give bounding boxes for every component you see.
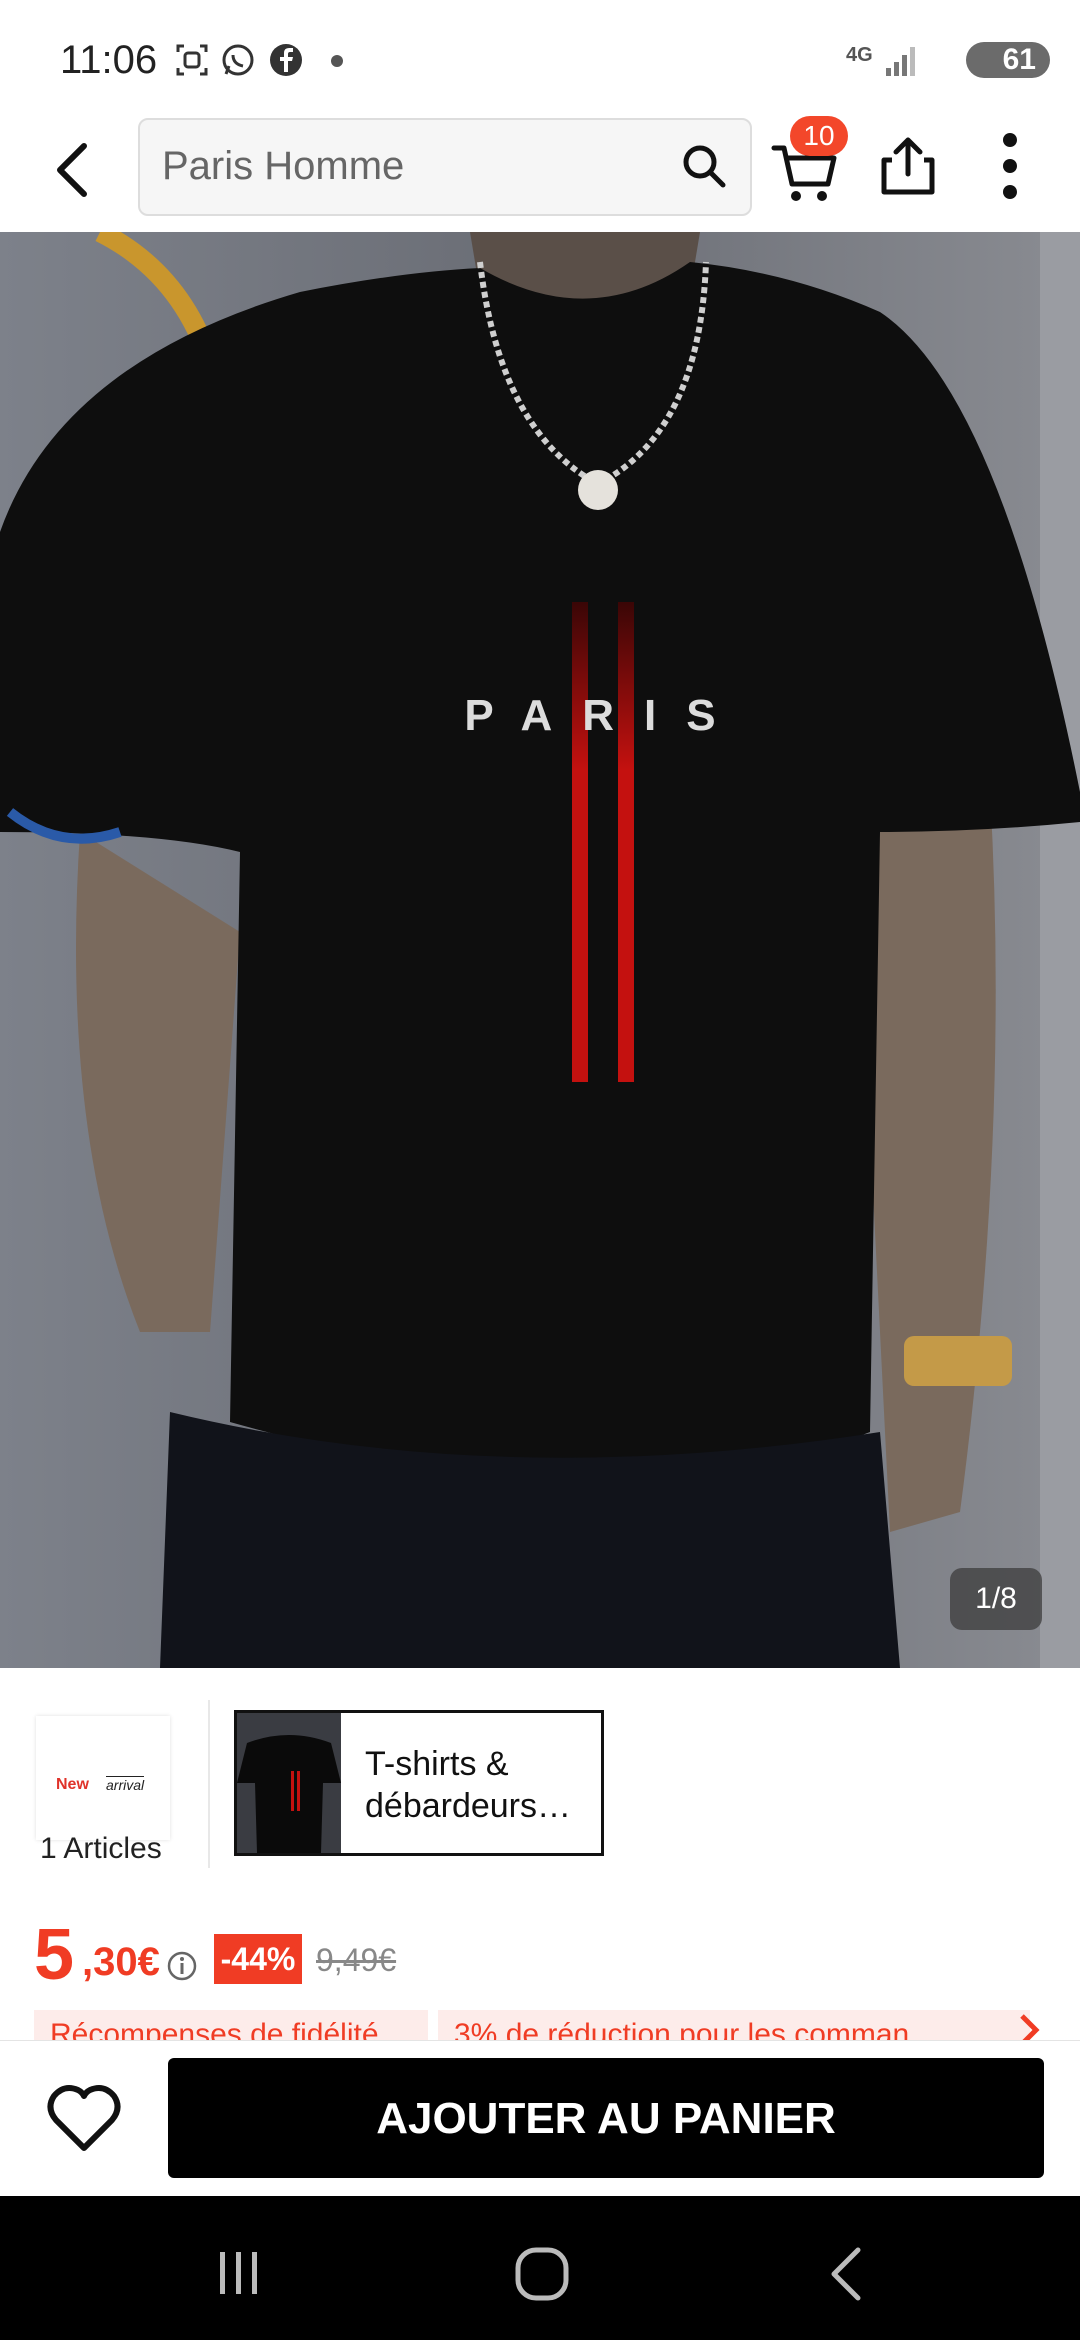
promo-loyalty[interactable]: Récompenses de fidélité bbox=[34, 2010, 428, 2040]
search-icon[interactable] bbox=[680, 142, 728, 190]
category-thumbnail-image bbox=[237, 1713, 341, 1853]
search-bar[interactable]: Paris Homme bbox=[138, 118, 752, 216]
status-bar: 11:06 4G 61 bbox=[0, 0, 1080, 120]
strip-divider bbox=[208, 1700, 210, 1868]
category-thumbnail bbox=[237, 1713, 341, 1853]
category-label: T-shirts & débardeurs… bbox=[365, 1745, 572, 1825]
original-price: 9,49€ bbox=[316, 1942, 397, 1978]
back-arrow-icon[interactable] bbox=[48, 140, 100, 200]
add-to-cart-button[interactable]: AJOUTER AU PANIER bbox=[168, 2058, 1044, 2178]
nav-back-icon[interactable] bbox=[826, 2246, 866, 2302]
share-icon[interactable] bbox=[878, 134, 938, 198]
search-input[interactable]: Paris Homme bbox=[162, 144, 404, 189]
promo-discount[interactable]: 3% de réduction pour les comman... bbox=[438, 2010, 1030, 2040]
shirt-print-text: PARIS bbox=[464, 691, 745, 740]
price-decimal: ,30€ bbox=[82, 1940, 160, 1984]
store-logo-arrival: arrival bbox=[106, 1776, 145, 1793]
dot-icon bbox=[331, 55, 343, 67]
category-card[interactable]: T-shirts & débardeurs… bbox=[234, 1710, 604, 1856]
chevron-right-icon[interactable] bbox=[1014, 2010, 1044, 2040]
price-integer: 5 bbox=[34, 1915, 75, 1995]
network-type: 4G bbox=[846, 44, 873, 66]
battery-icon: 61 bbox=[966, 42, 1050, 78]
store-logo-new: New bbox=[56, 1776, 89, 1793]
store-article-count[interactable]: 1 Articles bbox=[40, 1832, 162, 1866]
store-logo[interactable]: New arrival bbox=[36, 1716, 170, 1840]
whatsapp-icon bbox=[222, 44, 254, 76]
promo-row[interactable]: Récompenses de fidélité 3% de réduction … bbox=[34, 2010, 1080, 2040]
product-photo: PARIS bbox=[0, 232, 1080, 1668]
cart-badge: 10 bbox=[790, 116, 848, 156]
signal-icon bbox=[886, 47, 915, 76]
facebook-icon bbox=[270, 44, 302, 76]
battery-level: 61 bbox=[1002, 43, 1036, 76]
more-vert-icon[interactable] bbox=[1000, 130, 1020, 202]
wishlist-heart-icon[interactable] bbox=[44, 2078, 124, 2158]
discount-badge: -44% bbox=[214, 1934, 302, 1984]
info-icon[interactable] bbox=[166, 1950, 198, 1982]
image-counter: 1/8 bbox=[950, 1568, 1042, 1630]
screenshot-icon bbox=[176, 44, 208, 76]
home-icon[interactable] bbox=[514, 2246, 570, 2302]
recent-apps-icon[interactable] bbox=[214, 2248, 264, 2298]
status-time: 11:06 bbox=[60, 38, 158, 82]
system-nav-bar bbox=[0, 2196, 1080, 2340]
product-image[interactable]: PARIS bbox=[0, 232, 1080, 1668]
